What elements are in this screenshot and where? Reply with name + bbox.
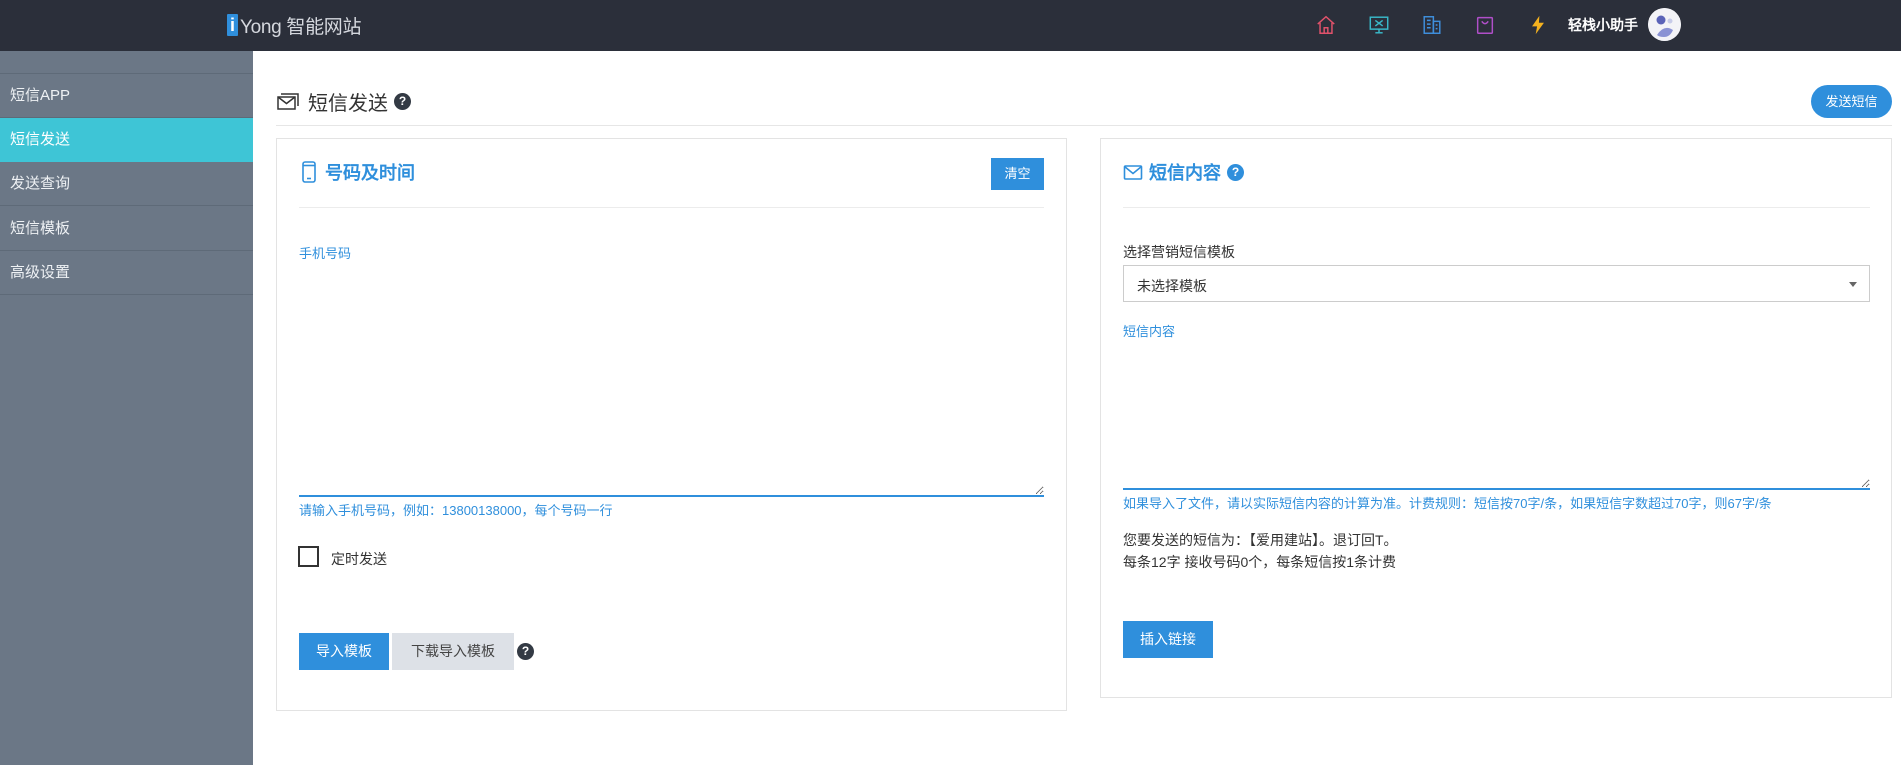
logo-mark: i	[227, 14, 238, 36]
sidebar-item-send-query[interactable]: 发送查询	[0, 162, 253, 206]
numbers-and-time-panel: 号码及时间 清空 手机号码 请输入手机号码，例如：13800138000，每个号…	[276, 138, 1067, 711]
envelope-icon	[1123, 165, 1143, 180]
sms-content-textarea[interactable]	[1123, 342, 1870, 490]
help-icon[interactable]: ?	[517, 643, 534, 660]
sidebar-item-advanced-settings[interactable]: 高级设置	[0, 251, 253, 295]
help-icon[interactable]: ?	[1227, 163, 1244, 181]
insert-link-button[interactable]: 插入链接	[1123, 621, 1213, 658]
panel-divider	[299, 207, 1044, 208]
mail-stack-icon	[277, 93, 299, 110]
billing-rule-hint: 如果导入了文件，请以实际短信内容的计算为准。计费规则：短信按70字/条，如果短信…	[1123, 496, 1772, 511]
building-icon[interactable]	[1419, 12, 1445, 38]
sms-content-panel: 短信内容 ? 选择营销短信模板 未选择模板 短信内容 如果导入了文件，请以实际短…	[1100, 138, 1892, 698]
download-import-template-button[interactable]: 下载导入模板	[392, 633, 514, 670]
phone-number-textarea[interactable]	[299, 265, 1044, 497]
template-select[interactable]: 未选择模板	[1123, 265, 1870, 302]
sms-count-summary: 每条12字 接收号码0个，每条短信按1条计费	[1123, 554, 1397, 570]
avatar[interactable]	[1648, 8, 1681, 41]
title-divider	[276, 125, 1892, 126]
caret-down-icon	[1849, 282, 1857, 287]
template-select-value: 未选择模板	[1137, 278, 1207, 294]
panel-title: 短信内容	[1149, 163, 1221, 183]
sms-content-label: 短信内容	[1123, 324, 1176, 339]
logo-text: Yong 智能网站	[240, 16, 362, 38]
phone-number-label: 手机号码	[299, 246, 352, 261]
page-title: 短信发送	[308, 92, 388, 115]
scheduled-send-label[interactable]: 定时发送	[331, 549, 387, 569]
user-name[interactable]: 轻栈小助手	[1568, 15, 1638, 35]
sms-preview-text: 您要发送的短信为：【爱用建站】。退订回T。	[1123, 532, 1398, 548]
monitor-icon[interactable]	[1366, 12, 1392, 38]
help-icon[interactable]: ?	[394, 92, 411, 110]
clear-button[interactable]: 清空	[991, 158, 1044, 190]
lightning-icon[interactable]	[1525, 12, 1551, 38]
mobile-phone-icon	[302, 161, 316, 183]
scheduled-send-checkbox[interactable]	[298, 546, 319, 567]
top-bar: i Yong 智能网站 轻栈小助手	[0, 0, 1901, 51]
shopping-bag-icon[interactable]	[1472, 12, 1498, 38]
panel-title: 号码及时间	[325, 163, 415, 183]
template-select-label: 选择营销短信模板	[1123, 244, 1235, 260]
send-sms-button[interactable]: 发送短信	[1811, 85, 1892, 118]
import-template-button[interactable]: 导入模板	[299, 633, 389, 670]
panel-header: 短信内容 ?	[1123, 157, 1244, 187]
panel-divider	[1123, 207, 1870, 208]
panel-header: 号码及时间	[299, 157, 415, 187]
page-header: 短信发送 ?	[276, 84, 411, 118]
sidebar-item-sms-template[interactable]: 短信模板	[0, 207, 253, 251]
sidebar: 短信APP 短信发送 发送查询 短信模板 高级设置	[0, 51, 253, 765]
sidebar-item-sms-send[interactable]: 短信发送	[0, 118, 253, 162]
phone-number-hint: 请输入手机号码，例如：13800138000，每个号码一行	[299, 503, 613, 518]
home-icon[interactable]	[1313, 12, 1339, 38]
sidebar-item-sms-app[interactable]: 短信APP	[0, 74, 253, 118]
logo[interactable]: i Yong 智能网站	[227, 12, 362, 38]
